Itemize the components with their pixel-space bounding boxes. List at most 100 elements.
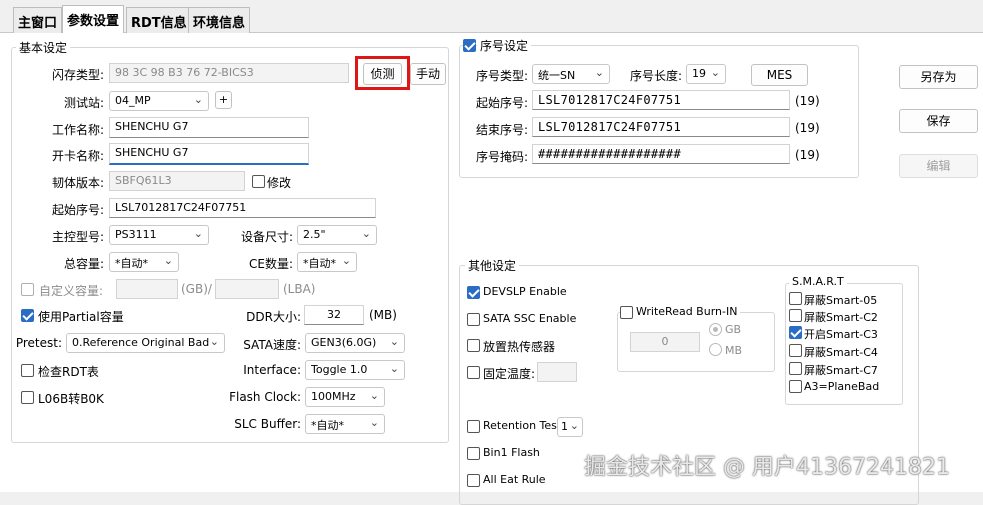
serial-mask-label: 序号掩码:	[475, 150, 528, 164]
test-station-select[interactable]: 04_MP ⌄	[109, 91, 209, 111]
serial-start-input[interactable]: LSL7012817C24F07751	[532, 90, 790, 110]
card-name-input[interactable]: SHENCHU G7	[109, 143, 309, 165]
firmware-version-field: SBFQ61L3	[109, 171, 245, 191]
custom-capacity-label: 自定义容量:	[39, 284, 104, 298]
custom-capacity-lba-field	[215, 279, 279, 299]
save-as-button[interactable]: 另存为	[899, 65, 978, 89]
tab-environment-info[interactable]: 环境信息	[188, 7, 251, 33]
check-rdt-checkbox[interactable]	[21, 364, 34, 377]
chevron-down-icon: ⌄	[193, 227, 203, 240]
chevron-down-icon: ⌄	[341, 254, 351, 267]
start-sn-label: 起始序号:	[51, 203, 104, 217]
a3-planebad-label: A3=PlaneBad	[804, 380, 880, 393]
serial-mask-input[interactable]: ###################	[532, 144, 790, 164]
flash-type-field[interactable]: 98 3C 98 B3 76 72-BICS3	[109, 63, 349, 83]
smart-05-label: 屏蔽Smart-05	[804, 294, 878, 307]
tab-rdt-info[interactable]: RDT信息	[126, 7, 192, 33]
burnin-value-field: 0	[630, 332, 700, 352]
burnin-checkbox[interactable]	[620, 306, 633, 319]
pretest-select[interactable]: 0.Reference Original Bad ⌄	[66, 333, 225, 353]
highlight-box	[355, 56, 410, 90]
retention-test-select[interactable]: 1 ⌄	[557, 417, 583, 437]
controller-model-label: 主控型号:	[51, 230, 104, 244]
custom-capacity-checkbox[interactable]	[21, 283, 34, 296]
smart-c3-label: 开启Smart-C3	[804, 328, 878, 341]
l06b-b0k-checkbox[interactable]	[21, 391, 34, 404]
mes-button[interactable]: MES	[751, 64, 808, 86]
lba-unit-label: (LBA)	[283, 282, 316, 296]
l06b-b0k-label: L06B转B0K	[38, 392, 104, 406]
sata-ssc-checkbox[interactable]	[467, 313, 480, 326]
interface-select[interactable]: Toggle 1.0 ⌄	[305, 360, 405, 380]
smart-legend: S.M.A.R.T	[789, 275, 847, 288]
smart-c2-checkbox[interactable]	[789, 309, 802, 322]
chevron-down-icon: ⌄	[569, 419, 579, 432]
slc-buffer-select[interactable]: *自动* ⌄	[305, 414, 385, 434]
heat-sensor-label: 放置热传感器	[483, 340, 556, 354]
tab-main-window[interactable]: 主窗口	[13, 7, 63, 33]
test-station-label: 测试站:	[63, 96, 104, 110]
all-eat-rule-label: All Eat Rule	[483, 473, 546, 486]
ddr-size-input[interactable]: 32	[304, 305, 364, 325]
sata-speed-label: SATA速度:	[243, 338, 301, 352]
device-size-select[interactable]: 2.5" ⌄	[297, 225, 377, 245]
manual-button[interactable]: 手动	[410, 63, 446, 85]
slc-buffer-label: SLC Buffer:	[234, 417, 301, 431]
a3-planebad-checkbox[interactable]	[789, 380, 802, 393]
serial-end-count: (19)	[795, 121, 820, 135]
card-name-label: 开卡名称:	[51, 149, 104, 163]
firmware-version-label: 韧体版本:	[51, 176, 104, 190]
edit-button[interactable]: 编辑	[899, 154, 978, 178]
add-station-button[interactable]: +	[215, 91, 232, 109]
ce-count-select[interactable]: *自动* ⌄	[297, 252, 357, 272]
tab-bar: 主窗口 参数设置 RDT信息 环境信息	[0, 0, 983, 34]
sata-ssc-label: SATA SSC Enable	[483, 312, 577, 325]
chevron-down-icon: ⌄	[389, 362, 399, 375]
all-eat-rule-checkbox[interactable]	[467, 474, 480, 487]
save-button[interactable]: 保存	[899, 109, 978, 133]
pretest-label: Pretest:	[15, 336, 62, 350]
heat-sensor-checkbox[interactable]	[467, 339, 480, 352]
sata-speed-select[interactable]: GEN3(6.0G) ⌄	[305, 333, 405, 353]
total-capacity-label: 总容量:	[63, 257, 104, 271]
tab-parameter-settings[interactable]: 参数设置	[62, 5, 125, 34]
gb-radio[interactable]	[709, 323, 722, 336]
other-settings-legend: 其他设定	[465, 257, 520, 274]
flash-clock-label: Flash Clock:	[229, 390, 301, 404]
devslp-checkbox[interactable]	[467, 286, 480, 299]
serial-mask-count: (19)	[795, 148, 820, 162]
serial-type-select[interactable]: 统一SN ⌄	[532, 64, 610, 84]
smart-c3-checkbox[interactable]	[789, 326, 802, 339]
partial-capacity-label: 使用Partial容量	[38, 310, 124, 324]
mb-radio-label: MB	[725, 344, 743, 357]
serial-length-select[interactable]: 19 ⌄	[686, 64, 726, 84]
chevron-down-icon: ⌄	[369, 416, 379, 429]
gb-unit-label: (GB)/	[181, 282, 212, 296]
smart-c7-label: 屏蔽Smart-C7	[804, 364, 878, 377]
fixed-temperature-checkbox[interactable]	[467, 366, 480, 379]
modify-checkbox[interactable]	[252, 175, 265, 188]
smart-c4-checkbox[interactable]	[789, 344, 802, 357]
chevron-down-icon: ⌄	[710, 66, 720, 79]
partial-capacity-checkbox[interactable]	[21, 309, 34, 322]
gb-radio-label: GB	[725, 323, 742, 336]
serial-settings-checkbox[interactable]	[463, 39, 476, 52]
devslp-label: DEVSLP Enable	[483, 285, 567, 298]
start-sn-field[interactable]: LSL7012817C24F07751	[109, 198, 376, 218]
mb-radio[interactable]	[709, 343, 722, 356]
work-name-input[interactable]: SHENCHU G7	[109, 117, 309, 138]
smart-c7-checkbox[interactable]	[789, 362, 802, 375]
serial-end-input[interactable]: LSL7012817C24F07751	[532, 117, 790, 137]
smart-05-checkbox[interactable]	[789, 292, 802, 305]
serial-settings-legend: 序号设定	[477, 37, 532, 54]
fixed-temperature-field	[537, 362, 577, 382]
burnin-legend: WriteRead Burn-IN	[633, 305, 741, 318]
serial-start-count: (19)	[795, 94, 820, 108]
retention-test-checkbox[interactable]	[467, 420, 480, 433]
modify-label: 修改	[267, 176, 292, 190]
fixed-temperature-label: 固定温度:	[483, 367, 536, 381]
total-capacity-select[interactable]: *自动* ⌄	[109, 252, 179, 272]
flash-clock-select[interactable]: 100MHz ⌄	[305, 387, 385, 407]
controller-model-select[interactable]: PS3111 ⌄	[109, 225, 209, 245]
bin1-flash-checkbox[interactable]	[467, 447, 480, 460]
